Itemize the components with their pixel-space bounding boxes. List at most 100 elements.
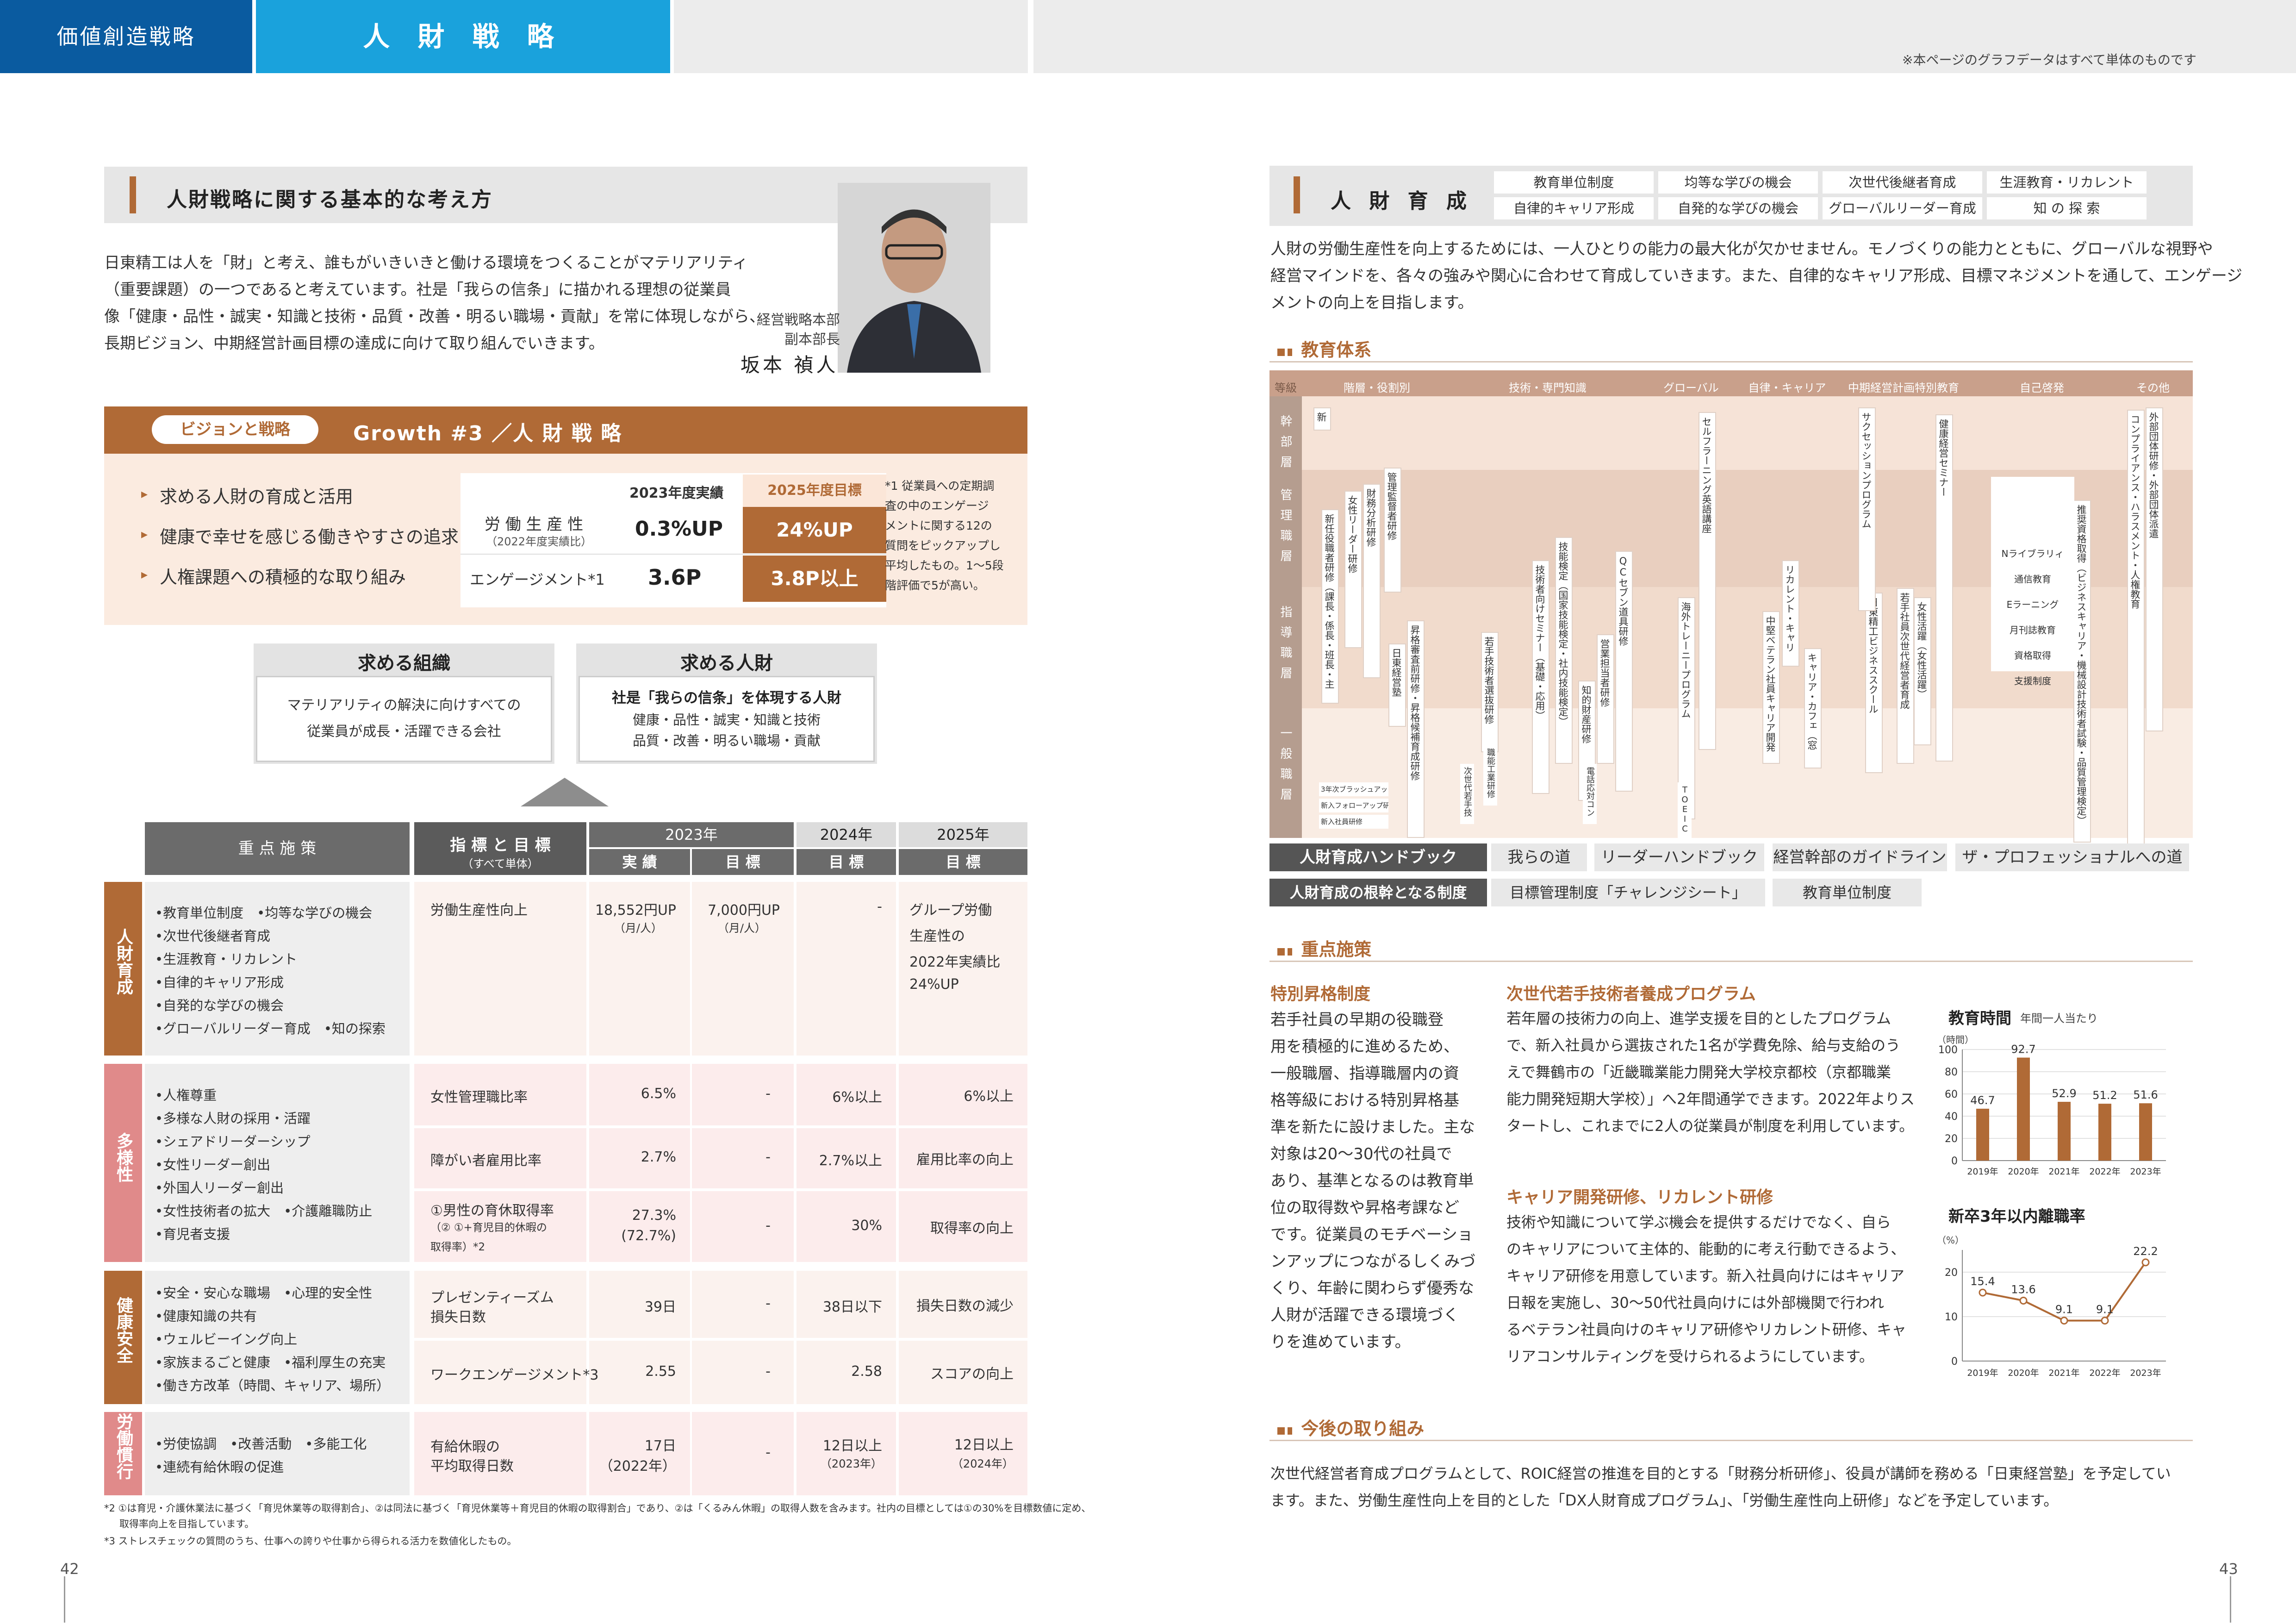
- handbook-item: 経営幹部のガイドライン: [1773, 843, 1947, 871]
- focus-line: くり、年齢に関わらず優秀な: [1270, 1279, 1474, 1298]
- handbook-label: 人財育成ハンドブック: [1269, 843, 1487, 871]
- role-1: 経営戦略本部: [757, 312, 840, 328]
- kpi-target-sub: （月/人）: [717, 922, 766, 935]
- edu-program-name: 健康経営セミナー: [1938, 419, 1949, 497]
- focus-line: タートし、これまでに2人の従業員が制度を利用しています。: [1506, 1117, 1914, 1135]
- kpi-measure-item: •自発的な学びの機会: [155, 997, 284, 1013]
- bar: [2058, 1102, 2071, 1161]
- x-tick-label: 2022年: [2089, 1368, 2120, 1378]
- kpi-actual: 39日: [644, 1299, 676, 1315]
- kpi-head-index-sub: （すべて単体）: [462, 857, 539, 870]
- kpi-2025: 雇用比率の向上: [916, 1152, 1014, 1168]
- focus-line: あり、基準となるのは教育単: [1270, 1172, 1474, 1190]
- y-axis-label: （時間）: [1937, 1034, 1974, 1045]
- kpi-actual-sub: （月/人）: [614, 922, 662, 935]
- org-box: [256, 676, 552, 762]
- focus-t1: 特別昇格制度: [1270, 985, 1371, 1004]
- edu-small-box: 新入社員研修: [1319, 815, 1388, 829]
- focus-line: キャリア研修を用意しています。新入社員向けにはキャリア: [1506, 1267, 1904, 1285]
- kpi-target: 7,000円UP: [708, 902, 780, 918]
- data-label: 15.4: [1970, 1275, 1995, 1288]
- portrait-photo: [838, 183, 990, 373]
- kpi-head-index: 指 標 と 目 標: [450, 836, 551, 855]
- y-axis-label: （%）: [1937, 1235, 1964, 1246]
- base-label: 人財育成の根幹となる制度: [1269, 879, 1487, 906]
- edu-program-name: 推奨資格取得（ビジネスキャリア・機械設計技術者試験・品質管理検定）: [2076, 505, 2087, 825]
- edu-self-item: 月刊誌教育: [2010, 625, 2056, 636]
- section-title-basic: 人財戦略に関する基本的な考え方: [167, 188, 493, 212]
- edu-program-name: 昇格審査前研修・昇格候補育成研修: [1409, 625, 1420, 781]
- edu-program-name: 技術者向けセミナー（基礎・応用）: [1534, 565, 1545, 720]
- handbook-item: ザ・プロフェッショナルへの道: [1955, 843, 2189, 871]
- vision-fn-line: 査の中のエンゲージ: [885, 499, 989, 512]
- edu-program-name: 女性リーダー研修: [1347, 495, 1358, 573]
- header-main-tab[interactable]: 人 財 戦 略: [256, 0, 670, 73]
- y-tick-label: 20: [1945, 1267, 1958, 1279]
- org-desc-1: マテリアリティの解決に向けすべての: [287, 697, 521, 713]
- y-tick-label: 80: [1945, 1067, 1958, 1078]
- data-label: 9.1: [2096, 1303, 2114, 1316]
- edu-small-box: 新入フォローアップ研修: [1319, 799, 1388, 812]
- kpi-index-label: 女性管理職比率: [430, 1089, 528, 1106]
- data-label: 13.6: [2011, 1283, 2035, 1296]
- focus-line: 能力開発短期大学校）」へ2年間通学できます。2022年よりス: [1506, 1090, 1915, 1108]
- kpi-index-label: 平均取得日数: [430, 1458, 514, 1474]
- kpi-measure-item: •グローバルリーダー育成 •知の探索: [155, 1020, 386, 1037]
- kpi-head-2024-target: 目 標: [796, 849, 896, 875]
- square-icon: [1288, 948, 1292, 956]
- dev-line: 経営マインドを、各々の強みや関心に合わせて育成していきます。また、自律的なキャリ…: [1270, 267, 2243, 285]
- kpi-2024: 6%以上: [832, 1089, 882, 1106]
- arrow-icon: ▸: [141, 567, 148, 582]
- edu-grade: 管理職層: [1278, 488, 1292, 570]
- data-label: 51.2: [2092, 1089, 2117, 1102]
- edu-title: 教育体系: [1301, 340, 1372, 360]
- dev-tag: グローバルリーダー育成: [1823, 197, 1982, 219]
- edu-head: 等級: [1275, 381, 1297, 394]
- edu-program-name: 新任役職者研修（課長・係長・班長・主: [1324, 514, 1335, 689]
- section-title-dev: 人 財 育 成: [1331, 189, 1472, 213]
- dev-line: 人財の労働生産性を向上するためには、一人ひとりの能力の最大化が欠かせません。モノ…: [1270, 240, 2213, 258]
- vision-fn-line: 質問をピックアップし: [885, 539, 1001, 552]
- footnote-3: *3 ストレスチェックの質問のうち、仕事への誇りや仕事から得られる活力を数値化し…: [104, 1536, 517, 1547]
- edu-program-name: 中堅ベテラン社員キャリア開発: [1765, 616, 1776, 752]
- edu-program-name: 新: [1316, 412, 1327, 422]
- data-label: 22.2: [2133, 1245, 2158, 1258]
- vision-title: Growth #3 ／人 財 戦 略: [353, 422, 622, 445]
- kpi-section-name: 人財育成: [114, 928, 133, 995]
- org-title: 求める組織: [358, 653, 450, 674]
- focus-line: 格等級における特別昇格基: [1270, 1091, 1459, 1110]
- kpi-2025: グループ労働: [909, 902, 992, 918]
- kpi-2025: 12日以上: [954, 1437, 1014, 1453]
- divider: [460, 554, 886, 555]
- header-left-tab[interactable]: 価値創造戦略: [0, 0, 252, 73]
- data-point: [2019, 1296, 2028, 1305]
- kpi-measure-item: •多様な人財の採用・活躍: [155, 1111, 311, 1126]
- arrow-icon: ▸: [141, 526, 148, 542]
- vision-fn-line: *1 従業員への定期調: [885, 479, 995, 493]
- focus-line: 準を新たに設けました。主な: [1270, 1118, 1475, 1137]
- kpi-section-name: 健康安全: [114, 1297, 133, 1363]
- kpi-2025: 損失日数の減少: [916, 1298, 1014, 1314]
- handbook-item: 我らの道: [1491, 843, 1587, 871]
- focus-line: るベテラン社員向けのキャリア研修やリカレント研修、キャ: [1506, 1321, 1907, 1338]
- data-point: [1979, 1288, 1987, 1297]
- kpi-2025: 6%以上: [964, 1088, 1014, 1105]
- edu-head: その他: [2136, 381, 2170, 394]
- vision-r2-label: エンゲージメント*1: [470, 571, 605, 588]
- basic-line: 長期ビジョン、中期経営計画目標の達成に向けて取り組んでいきます。: [104, 334, 604, 353]
- future-line: 次世代経営者育成プログラムとして、ROIC経営の推進を目的とする「財務分析研修」…: [1270, 1465, 2171, 1482]
- y-tick-label: 60: [1945, 1089, 1958, 1100]
- kpi-index-label: ワークエンゲージメント*3: [430, 1367, 599, 1383]
- edu-program-name: 技能検定（国家技能検定・社内技能検定）: [1557, 542, 1568, 726]
- bar: [2139, 1103, 2152, 1161]
- kpi-actual: 2.55: [645, 1363, 676, 1380]
- edu-small-name: 次世代若手技: [1462, 767, 1472, 817]
- data-label: 46.7: [1970, 1094, 1995, 1107]
- focus-title-wrap: 重点施策: [1277, 935, 1371, 961]
- edu-program-name: 日東精工ビジネススクール: [1867, 597, 1879, 714]
- dev-tag: 自発的な学びの機会: [1658, 197, 1818, 219]
- kpi-2024: 12日以上: [822, 1438, 882, 1454]
- edu-self-item: Eラーニング: [2006, 599, 2059, 610]
- square-icon: [1277, 1427, 1285, 1435]
- kpi-measures-cell: [145, 1412, 410, 1495]
